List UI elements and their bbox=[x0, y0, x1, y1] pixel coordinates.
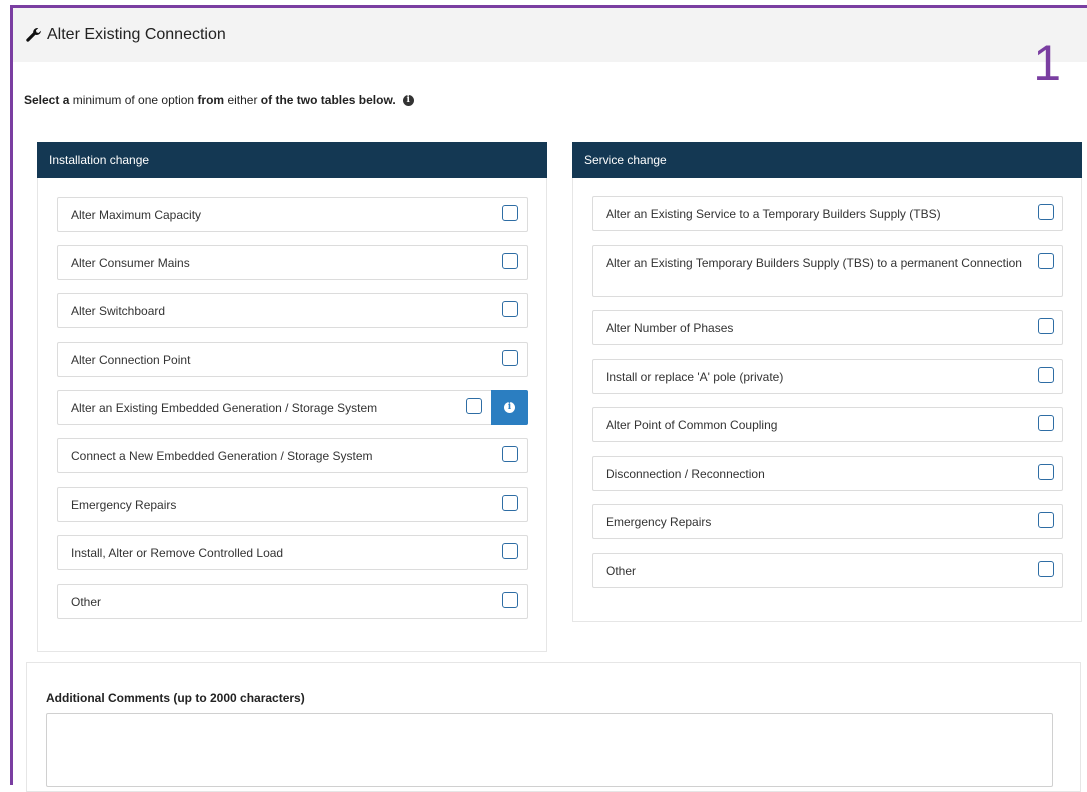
option-label: Alter Consumer Mains bbox=[71, 256, 190, 270]
option-other[interactable]: Other bbox=[592, 553, 1063, 588]
instruction-text: Select a minimum of one option from eith… bbox=[24, 93, 414, 107]
instruction-part: Select a bbox=[24, 93, 70, 107]
option-label: Install or replace 'A' pole (private) bbox=[606, 370, 784, 384]
option-label: Install, Alter or Remove Controlled Load bbox=[71, 546, 284, 560]
checkbox[interactable] bbox=[1038, 415, 1054, 431]
option-label: Alter Maximum Capacity bbox=[71, 208, 202, 222]
panel-header: Service change bbox=[572, 142, 1082, 178]
option-label: Alter an Existing Temporary Builders Sup… bbox=[606, 256, 1022, 270]
instruction-part: from bbox=[197, 93, 225, 107]
page-header: Alter Existing Connection bbox=[13, 8, 1087, 62]
option-connect-new-embedded-generation[interactable]: Connect a New Embedded Generation / Stor… bbox=[57, 438, 528, 473]
step-number: 1 bbox=[1033, 35, 1061, 91]
checkbox[interactable] bbox=[502, 495, 518, 511]
option-label: Other bbox=[71, 595, 102, 609]
option-service-to-tbs[interactable]: Alter an Existing Service to a Temporary… bbox=[592, 196, 1063, 231]
checkbox[interactable] bbox=[1038, 253, 1054, 269]
option-label: Alter Switchboard bbox=[71, 304, 166, 318]
checkbox[interactable] bbox=[466, 398, 482, 414]
option-install-a-pole[interactable]: Install or replace 'A' pole (private) bbox=[592, 359, 1063, 394]
comments-textarea[interactable] bbox=[46, 713, 1053, 787]
option-label: Alter Connection Point bbox=[71, 353, 191, 367]
option-label: Emergency Repairs bbox=[606, 515, 712, 529]
option-label: Alter an Existing Service to a Temporary… bbox=[606, 207, 941, 221]
checkbox[interactable] bbox=[502, 543, 518, 559]
checkbox[interactable] bbox=[1038, 561, 1054, 577]
info-icon: i bbox=[504, 402, 515, 413]
option-point-of-common-coupling[interactable]: Alter Point of Common Coupling bbox=[592, 407, 1063, 442]
checkbox[interactable] bbox=[502, 592, 518, 608]
option-label: Alter an Existing Embedded Generation / … bbox=[71, 401, 378, 415]
option-alter-switchboard[interactable]: Alter Switchboard bbox=[57, 293, 528, 328]
option-label: Alter Number of Phases bbox=[606, 321, 734, 335]
option-tbs-to-permanent[interactable]: Alter an Existing Temporary Builders Sup… bbox=[592, 245, 1063, 297]
page-title: Alter Existing Connection bbox=[47, 26, 226, 43]
option-alter-connection-point[interactable]: Alter Connection Point bbox=[57, 342, 528, 377]
checkbox[interactable] bbox=[502, 253, 518, 269]
option-disconnection-reconnection[interactable]: Disconnection / Reconnection bbox=[592, 456, 1063, 491]
instruction-part: minimum of one option bbox=[69, 93, 198, 107]
checkbox[interactable] bbox=[1038, 318, 1054, 334]
checkbox[interactable] bbox=[502, 205, 518, 221]
comments-label: Additional Comments (up to 2000 characte… bbox=[46, 691, 305, 705]
option-label: Other bbox=[606, 564, 637, 578]
service-change-panel: Service change Alter an Existing Service… bbox=[572, 142, 1082, 622]
instruction-part: of the two tables below. bbox=[260, 93, 396, 107]
checkbox[interactable] bbox=[1038, 367, 1054, 383]
panel-header: Installation change bbox=[37, 142, 547, 178]
instruction-part: either bbox=[224, 93, 261, 107]
info-button[interactable]: i bbox=[491, 390, 528, 425]
option-alter-consumer-mains[interactable]: Alter Consumer Mains bbox=[57, 245, 528, 280]
wrench-icon bbox=[26, 27, 41, 42]
comments-panel: Additional Comments (up to 2000 characte… bbox=[26, 662, 1081, 792]
option-other[interactable]: Other bbox=[57, 584, 528, 619]
option-emergency-repairs[interactable]: Emergency Repairs bbox=[592, 504, 1063, 539]
checkbox[interactable] bbox=[502, 301, 518, 317]
option-label: Emergency Repairs bbox=[71, 498, 177, 512]
option-emergency-repairs[interactable]: Emergency Repairs bbox=[57, 487, 528, 522]
info-icon[interactable]: i bbox=[402, 94, 414, 106]
option-label: Alter Point of Common Coupling bbox=[606, 418, 778, 432]
option-controlled-load[interactable]: Install, Alter or Remove Controlled Load bbox=[57, 535, 528, 570]
checkbox[interactable] bbox=[1038, 512, 1054, 528]
checkbox[interactable] bbox=[1038, 204, 1054, 220]
installation-change-panel: Installation change Alter Maximum Capaci… bbox=[37, 142, 547, 652]
option-alter-embedded-generation[interactable]: Alter an Existing Embedded Generation / … bbox=[57, 390, 528, 425]
checkbox[interactable] bbox=[1038, 464, 1054, 480]
option-label: Disconnection / Reconnection bbox=[606, 467, 765, 481]
checkbox[interactable] bbox=[502, 350, 518, 366]
option-alter-maximum-capacity[interactable]: Alter Maximum Capacity bbox=[57, 197, 528, 232]
option-label: Connect a New Embedded Generation / Stor… bbox=[71, 449, 373, 463]
option-alter-number-of-phases[interactable]: Alter Number of Phases bbox=[592, 310, 1063, 345]
checkbox[interactable] bbox=[502, 446, 518, 462]
